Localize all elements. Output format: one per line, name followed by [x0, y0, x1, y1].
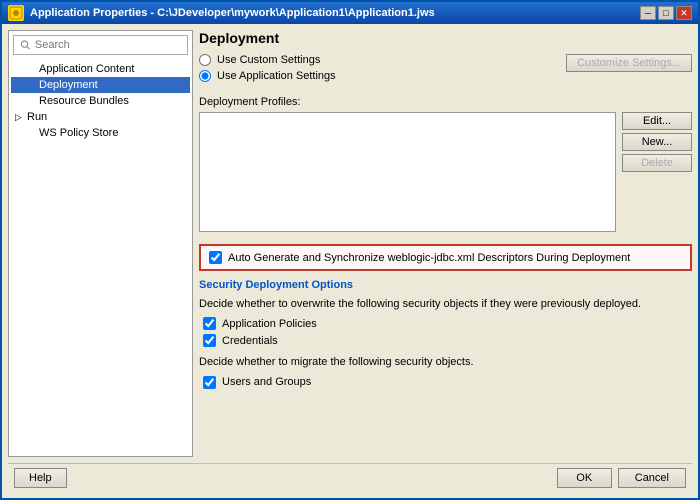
right-panel: Deployment Use Custom Settings Use Appli… — [199, 30, 692, 457]
tree-item-run-label: Run — [27, 111, 47, 123]
checkbox-credentials[interactable] — [203, 334, 216, 347]
main-area: Application Content Deployment Resource … — [8, 30, 692, 457]
checkbox-credentials-label: Credentials — [222, 335, 278, 347]
cancel-button[interactable]: Cancel — [618, 468, 686, 488]
ok-button[interactable]: OK — [557, 468, 612, 488]
delete-button[interactable]: Delete — [622, 154, 692, 172]
application-properties-window: Application Properties - C:\JDeveloper\m… — [0, 0, 700, 500]
title-bar-left: Application Properties - C:\JDeveloper\m… — [8, 5, 435, 21]
footer-right: OK Cancel — [557, 468, 686, 488]
tree-item-run[interactable]: ▷ Run — [11, 109, 190, 125]
autogen-checkbox-area[interactable]: Auto Generate and Synchronize weblogic-j… — [199, 244, 692, 271]
autogen-label: Auto Generate and Synchronize weblogic-j… — [228, 252, 630, 264]
tree-item-deployment[interactable]: Deployment — [11, 77, 190, 93]
checkbox-credentials-item[interactable]: Credentials — [199, 334, 692, 347]
security-desc-2: Decide whether to migrate the following … — [199, 355, 692, 370]
autogen-checkbox[interactable] — [209, 251, 222, 264]
minimize-button[interactable]: ─ — [640, 6, 656, 20]
left-panel: Application Content Deployment Resource … — [8, 30, 193, 457]
maximize-button[interactable]: □ — [658, 6, 674, 20]
checkbox-users-groups[interactable] — [203, 376, 216, 389]
tree-area: Application Content Deployment Resource … — [9, 59, 192, 456]
profiles-list[interactable] — [199, 112, 616, 232]
checkbox-users-groups-label: Users and Groups — [222, 376, 311, 388]
window-title: Application Properties - C:\JDeveloper\m… — [30, 7, 435, 19]
tree-item-resource-bundles[interactable]: Resource Bundles — [11, 93, 190, 109]
settings-radio-group: Use Custom Settings Use Application Sett… — [199, 54, 336, 82]
search-box[interactable] — [13, 35, 188, 55]
close-button[interactable]: ✕ — [676, 6, 692, 20]
security-desc-1: Decide whether to overwrite the followin… — [199, 297, 692, 312]
edit-button[interactable]: Edit... — [622, 112, 692, 130]
security-section-title: Security Deployment Options — [199, 279, 692, 291]
section-title: Deployment — [199, 30, 692, 46]
app-icon — [8, 5, 24, 21]
radio-custom-settings[interactable]: Use Custom Settings — [199, 54, 336, 66]
radio-custom-input[interactable] — [199, 54, 211, 66]
checkbox-app-policies-label: Application Policies — [222, 318, 317, 330]
checkbox-app-policies-item[interactable]: Application Policies — [199, 317, 692, 330]
search-icon — [20, 39, 31, 51]
radio-application-label: Use Application Settings — [217, 70, 336, 82]
title-bar-controls: ─ □ ✕ — [640, 6, 692, 20]
radio-application-settings[interactable]: Use Application Settings — [199, 70, 336, 82]
profiles-area: Edit... New... Delete — [199, 112, 692, 238]
profiles-label: Deployment Profiles: — [199, 96, 692, 108]
radio-application-input[interactable] — [199, 70, 211, 82]
tree-item-ws-policy-store[interactable]: WS Policy Store — [11, 125, 190, 141]
new-button[interactable]: New... — [622, 133, 692, 151]
tree-item-application-content[interactable]: Application Content — [11, 61, 190, 77]
search-input[interactable] — [35, 39, 181, 51]
customize-settings-button[interactable]: Customize Settings... — [566, 54, 692, 72]
checkbox-users-groups-item[interactable]: Users and Groups — [199, 376, 692, 389]
title-bar: Application Properties - C:\JDeveloper\m… — [2, 2, 698, 24]
expand-icon: ▷ — [15, 112, 25, 123]
footer: Help OK Cancel — [8, 463, 692, 492]
checkbox-app-policies[interactable] — [203, 317, 216, 330]
profiles-buttons: Edit... New... Delete — [622, 112, 692, 238]
radio-custom-label: Use Custom Settings — [217, 54, 320, 66]
help-button[interactable]: Help — [14, 468, 67, 488]
window-content: Application Content Deployment Resource … — [2, 24, 698, 498]
